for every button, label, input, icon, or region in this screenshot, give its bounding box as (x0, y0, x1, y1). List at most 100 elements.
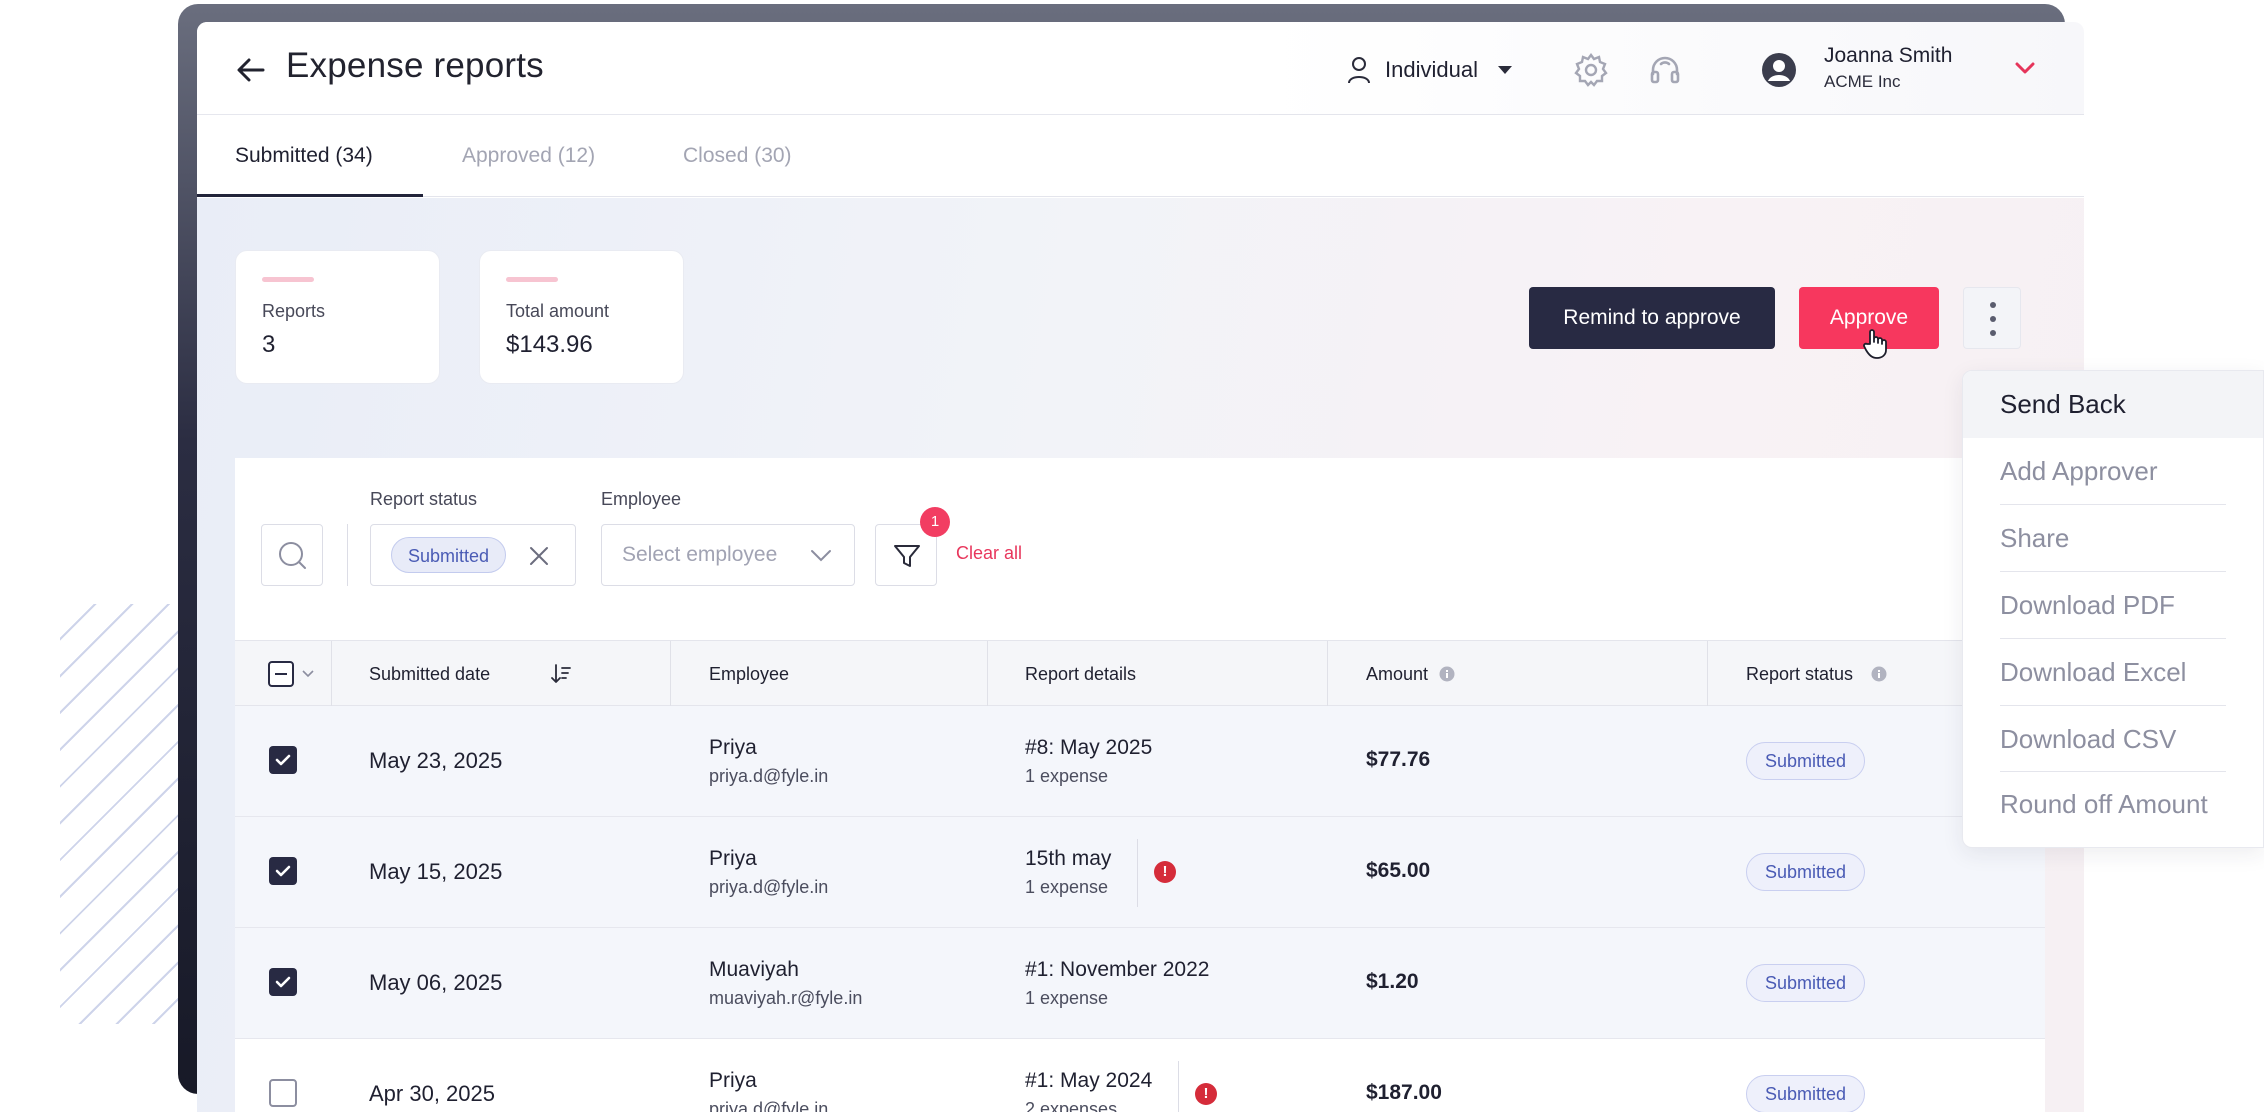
search-icon (279, 542, 306, 569)
table-row[interactable]: May 06, 2025 Muaviyah muaviyah.r@fyle.in… (235, 928, 2045, 1039)
tab-submitted[interactable]: Submitted (34) (235, 115, 373, 197)
row-checkbox[interactable] (269, 746, 297, 774)
menu-item-download-csv[interactable]: Download CSV (1963, 706, 2263, 773)
chevron-down-icon[interactable] (2014, 60, 2036, 76)
check-icon (275, 754, 291, 766)
employee-email: muaviyah.r@fyle.in (709, 988, 863, 1008)
minus-icon (275, 673, 287, 675)
select-all-checkbox[interactable] (268, 661, 294, 687)
status-badge: Submitted (1746, 853, 1866, 891)
report-title[interactable]: #8: May 2025 (1025, 736, 1152, 760)
user-org: ACME Inc (1824, 72, 1901, 91)
total-amount-card: Total amount $143.96 (479, 250, 684, 384)
report-amount: $187.00 (1366, 1081, 1442, 1104)
top-bar: Expense reports Individual Joanna Smith … (197, 22, 2084, 115)
table-row[interactable]: Apr 30, 2025 Priya priya.d@fyle.in #1: M… (235, 1039, 2045, 1112)
menu-item-add-approver[interactable]: Add Approver (1963, 438, 2263, 505)
avatar-icon[interactable] (1761, 52, 1797, 88)
row-checkbox[interactable] (269, 1079, 297, 1107)
role-selector[interactable]: Individual (1347, 52, 1512, 88)
info-icon[interactable] (1871, 666, 1887, 682)
report-title[interactable]: 15th may (1025, 847, 1111, 871)
reports-panel: Report status Submitted Employee Select … (235, 458, 2045, 1112)
row-checkbox[interactable] (269, 968, 297, 996)
table-row[interactable]: May 15, 2025 Priya priya.d@fyle.in 15th … (235, 817, 2045, 928)
col-report-status: Report status (1746, 664, 1854, 684)
more-options-menu: Send Back Add Approver Share Download PD… (1962, 370, 2264, 848)
warning-icon[interactable]: ! (1195, 1083, 1217, 1105)
menu-item-download-pdf[interactable]: Download PDF (1963, 572, 2263, 639)
decorative-hatch (60, 604, 180, 1024)
active-tab-indicator (197, 194, 423, 197)
user-name: Joanna Smith (1824, 44, 1953, 67)
table-row[interactable]: May 23, 2025 Priya priya.d@fyle.in #8: M… (235, 706, 2045, 817)
report-status-label: Report status (370, 489, 478, 509)
employee-email: priya.d@fyle.in (709, 1099, 829, 1112)
employee-email: priya.d@fyle.in (709, 877, 829, 897)
search-button[interactable] (261, 524, 323, 586)
status-badge: Submitted (1746, 1075, 1866, 1112)
report-title[interactable]: #1: November 2022 (1025, 958, 1209, 982)
reports-table: Submitted date Employee Report details A… (235, 640, 2045, 1112)
total-amount-value: $143.96 (506, 331, 593, 358)
dot (1990, 302, 1996, 308)
status-badge: Submitted (1746, 742, 1866, 780)
reports-count-card: Reports 3 (235, 250, 440, 384)
report-status-filter[interactable]: Submitted (370, 524, 576, 586)
column-divider (987, 641, 988, 707)
employee-name: Priya (709, 736, 757, 759)
employee-name: Priya (709, 1069, 757, 1092)
person-icon (1348, 57, 1370, 84)
main-content: Reports 3 Total amount $143.96 Remind to… (197, 198, 2084, 1112)
menu-item-round-off-amount[interactable]: Round off Amount (1963, 771, 2263, 838)
row-checkbox[interactable] (269, 857, 297, 885)
menu-item-download-excel[interactable]: Download Excel (1963, 639, 2263, 706)
report-amount: $77.76 (1366, 748, 1431, 771)
gear-icon[interactable] (1573, 52, 1609, 88)
check-icon (275, 976, 291, 988)
employee-name: Muaviyah (709, 958, 799, 981)
submitted-date: Apr 30, 2025 (369, 1081, 495, 1106)
menu-item-send-back[interactable]: Send Back (1963, 371, 2263, 438)
reports-count-label: Reports (262, 301, 326, 321)
tab-approved[interactable]: Approved (12) (462, 115, 595, 197)
table-header: Submitted date Employee Report details A… (235, 640, 2045, 707)
sort-descending-icon[interactable] (551, 663, 571, 685)
filter-count-badge: 1 (920, 507, 950, 537)
more-options-button[interactable] (1963, 287, 2021, 349)
remind-to-approve-button[interactable]: Remind to approve (1529, 287, 1775, 349)
report-amount: $65.00 (1366, 859, 1431, 882)
hand-cursor-icon (1863, 329, 1887, 359)
col-submitted-date[interactable]: Submitted date (369, 641, 490, 707)
app-window: Expense reports Individual Joanna Smith … (197, 22, 2084, 1112)
close-icon[interactable] (527, 544, 551, 568)
back-arrow-icon[interactable] (233, 52, 269, 88)
expense-count: 2 expenses (1025, 1099, 1118, 1112)
chevron-down-icon (811, 550, 831, 562)
submitted-date: May 23, 2025 (369, 748, 503, 773)
column-divider (331, 641, 332, 707)
report-title[interactable]: #1: May 2024 (1025, 1069, 1152, 1093)
chevron-down-icon[interactable] (301, 669, 315, 679)
col-amount: Amount (1366, 664, 1429, 684)
warning-icon[interactable]: ! (1154, 861, 1176, 883)
role-label: Individual (1385, 57, 1478, 82)
clear-all-link[interactable]: Clear all (956, 543, 1022, 564)
expense-count: 1 expense (1025, 766, 1109, 786)
tab-closed[interactable]: Closed (30) (683, 115, 792, 197)
employee-name: Priya (709, 847, 757, 870)
employee-select[interactable]: Select employee (601, 524, 855, 586)
filter-divider (347, 524, 348, 586)
info-icon[interactable] (1439, 666, 1455, 682)
report-amount: $1.20 (1366, 970, 1419, 993)
employee-filter-label: Employee (601, 489, 682, 509)
dot (1990, 330, 1996, 336)
total-amount-label: Total amount (506, 301, 610, 321)
column-divider (670, 641, 671, 707)
column-divider (1327, 641, 1328, 707)
expense-count: 1 expense (1025, 988, 1109, 1008)
reports-count-value: 3 (262, 331, 276, 358)
headset-icon[interactable] (1647, 52, 1683, 88)
col-report-details: Report details (1025, 664, 1137, 684)
menu-item-share[interactable]: Share (1963, 505, 2263, 572)
